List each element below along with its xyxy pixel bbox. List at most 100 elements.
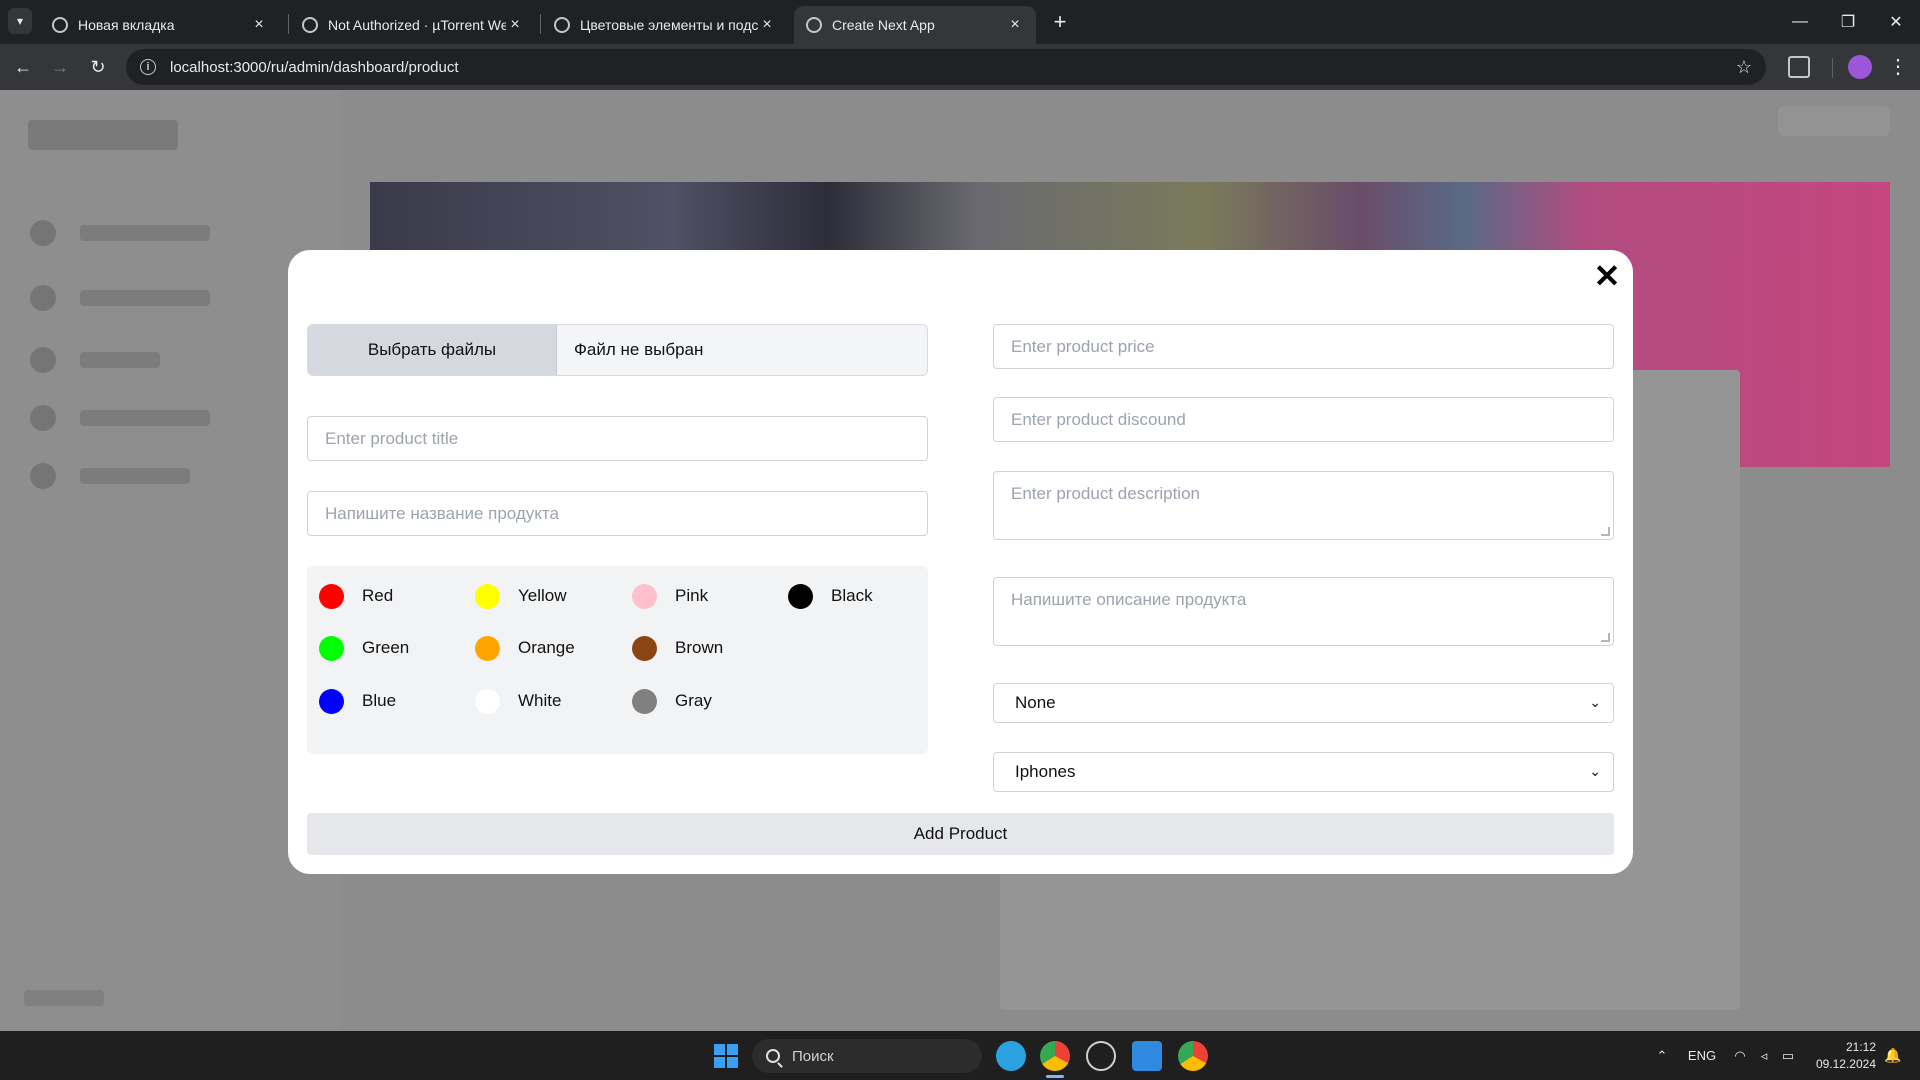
battery-icon[interactable]: ▭: [1776, 1031, 1800, 1080]
color-picker: Red Yellow Pink Black Green Orange Brown: [307, 566, 928, 754]
color-swatch: [632, 583, 657, 609]
close-icon[interactable]: ×: [506, 16, 524, 34]
color-swatch: [319, 583, 344, 609]
minimize-icon[interactable]: —: [1776, 0, 1824, 44]
tab-separator: [288, 14, 289, 34]
profile-avatar[interactable]: [1848, 55, 1872, 79]
color-label: Gray: [675, 691, 712, 710]
color-label: Brown: [675, 638, 724, 657]
back-arrow-icon[interactable]: ←: [9, 53, 37, 81]
bookmark-star-icon[interactable]: ☆: [1736, 57, 1752, 78]
openai-icon: [554, 17, 570, 33]
close-icon[interactable]: ×: [758, 16, 776, 34]
chevron-down-icon: ⌄: [1589, 763, 1601, 779]
url-text[interactable]: localhost:3000/ru/admin/dashboard/produc…: [170, 59, 1736, 76]
volume-icon[interactable]: ◃: [1752, 1031, 1776, 1080]
chrome-icon[interactable]: [1178, 1041, 1208, 1071]
reload-icon[interactable]: ↻: [84, 53, 112, 81]
color-label: White: [518, 691, 562, 710]
tray-chevron-up-icon[interactable]: ⌃: [1648, 1031, 1676, 1080]
tab-create-next-app[interactable]: Create Next App ×: [794, 6, 1036, 44]
color-option-red[interactable]: Red: [319, 583, 393, 609]
sidebar-logout: [24, 990, 104, 1006]
site-info-icon[interactable]: i: [140, 59, 156, 75]
language-indicator[interactable]: ENG: [1684, 1031, 1720, 1080]
color-option-blue[interactable]: Blue: [319, 688, 396, 714]
vscode-icon[interactable]: [1132, 1041, 1162, 1071]
tab-utorrent[interactable]: Not Authorized · µTorrent Web ×: [290, 6, 536, 44]
taskbar-clock[interactable]: 21:12 09.12.2024: [1804, 1039, 1876, 1073]
close-icon[interactable]: ×: [250, 16, 268, 34]
sidebar-item: [30, 463, 210, 489]
globe-icon: [302, 17, 318, 33]
tab-colors[interactable]: Цветовые элементы и подсве ×: [542, 6, 788, 44]
resize-handle-icon[interactable]: [1601, 527, 1610, 536]
color-label: Red: [362, 586, 394, 605]
color-option-pink[interactable]: Pink: [632, 583, 708, 609]
file-input[interactable]: Выбрать файлы Файл не выбран: [307, 324, 928, 376]
chrome-icon[interactable]: [1040, 1041, 1070, 1071]
taskbar-search[interactable]: Поиск: [752, 1039, 982, 1073]
browser-toolbar: ← → ↻ i localhost:3000/ru/admin/dashboar…: [0, 44, 1920, 90]
notification-bell-icon[interactable]: 🔔: [1884, 1047, 1901, 1063]
resize-handle-icon[interactable]: [1601, 633, 1610, 642]
select-value: None: [1015, 693, 1056, 712]
color-label: Orange: [518, 638, 575, 657]
color-swatch: [632, 688, 657, 714]
color-swatch: [475, 635, 500, 661]
tab-new-tab[interactable]: Новая вкладка ×: [40, 6, 280, 44]
browser-tab-bar: ▾ Новая вкладка × Not Authorized · µTorr…: [0, 0, 1920, 44]
product-option-select[interactable]: None ⌄: [993, 683, 1614, 723]
color-option-brown[interactable]: Brown: [632, 635, 723, 661]
windows-start-icon[interactable]: [714, 1044, 738, 1068]
product-discount-input[interactable]: Enter product discound: [993, 397, 1614, 442]
file-status: Файл не выбран: [574, 340, 704, 359]
product-description-ru-textarea[interactable]: Напишите описание продукта: [993, 577, 1614, 646]
product-title-input[interactable]: Enter product title: [307, 416, 928, 461]
taskbar-search-label: Поиск: [792, 1047, 834, 1065]
close-icon[interactable]: ✕: [1593, 260, 1621, 292]
color-option-green[interactable]: Green: [319, 635, 409, 661]
tab-search-button[interactable]: ▾: [8, 8, 32, 34]
sidebar-item: [30, 405, 210, 431]
color-option-gray[interactable]: Gray: [632, 688, 712, 714]
product-price-input[interactable]: Enter product price: [993, 324, 1614, 369]
obs-icon[interactable]: [1086, 1041, 1116, 1071]
active-app-indicator: [1046, 1075, 1064, 1078]
windows-taskbar: Поиск ⌃ ENG ◠ ◃ ▭ 21:12 09.12.2024 🔔: [0, 1031, 1920, 1080]
add-product-modal: ✕ Выбрать файлы Файл не выбран Enter pro…: [288, 250, 1633, 874]
product-title-ru-input[interactable]: Напишите название продукта: [307, 491, 928, 536]
product-description-textarea[interactable]: Enter product description: [993, 471, 1614, 540]
extensions-icon[interactable]: [1788, 56, 1810, 78]
tab-separator: [540, 14, 541, 34]
globe-icon: [806, 17, 822, 33]
forward-arrow-icon[interactable]: →: [46, 53, 74, 81]
color-label: Green: [362, 638, 410, 657]
tab-label: Create Next App: [832, 17, 935, 33]
wifi-icon[interactable]: ◠: [1728, 1031, 1752, 1080]
chevron-down-icon: ⌄: [1589, 694, 1601, 710]
color-label: Blue: [362, 691, 397, 710]
choose-files-button[interactable]: Выбрать файлы: [308, 325, 557, 375]
sidebar-item: [30, 285, 210, 311]
color-option-yellow[interactable]: Yellow: [475, 583, 567, 609]
color-swatch: [319, 688, 344, 714]
sidebar-item: [30, 220, 210, 246]
color-option-black[interactable]: Black: [788, 583, 873, 609]
telegram-icon[interactable]: [996, 1041, 1026, 1071]
color-option-orange[interactable]: Orange: [475, 635, 575, 661]
close-icon[interactable]: ×: [1006, 16, 1024, 34]
restore-icon[interactable]: ❐: [1824, 0, 1872, 44]
menu-dots-icon[interactable]: ⋮: [1886, 53, 1910, 81]
color-swatch: [319, 635, 344, 661]
select-value: Iphones: [1015, 762, 1076, 781]
color-option-white[interactable]: White: [475, 688, 561, 714]
color-swatch: [632, 635, 657, 661]
add-product-button[interactable]: Add Product: [307, 813, 1614, 855]
sidebar-logo: [28, 120, 178, 150]
tab-label: Цветовые элементы и подсве: [580, 17, 758, 33]
address-bar[interactable]: i localhost:3000/ru/admin/dashboard/prod…: [126, 49, 1766, 85]
window-close-icon[interactable]: ✕: [1872, 0, 1920, 44]
product-category-select[interactable]: Iphones ⌄: [993, 752, 1614, 792]
new-tab-button[interactable]: +: [1046, 8, 1074, 36]
